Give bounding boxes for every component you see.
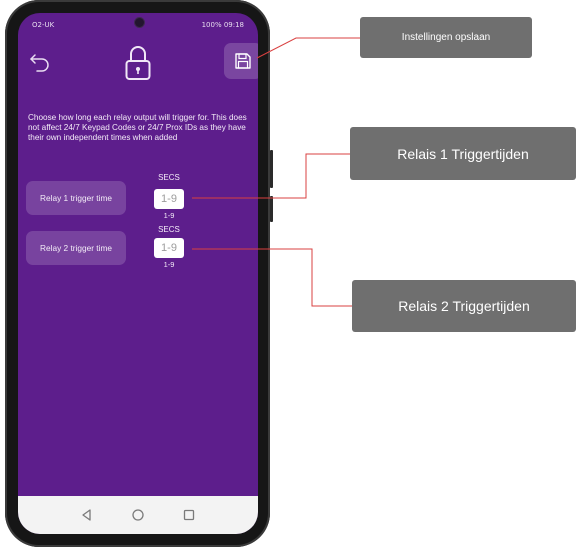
save-settings-callout: Instellingen opslaan [360, 17, 532, 58]
callout-connector-lines [192, 37, 360, 307]
relay2-callout-line [192, 248, 352, 307]
save-callout-line [256, 37, 360, 59]
relay2-times-callout: Relais 2 Triggertijden [352, 280, 576, 332]
relay1-times-callout: Relais 1 Triggertijden [350, 127, 576, 180]
relay1-callout-line [192, 153, 350, 199]
